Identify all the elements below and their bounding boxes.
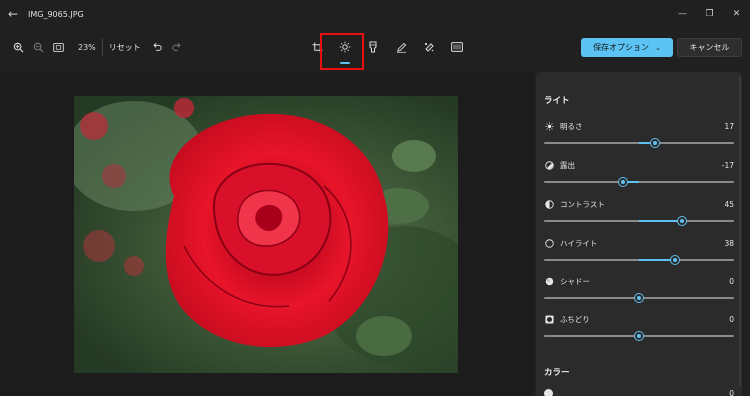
slider-thumb[interactable]	[635, 294, 643, 302]
next-adjustment-row: 0	[544, 388, 734, 396]
adjustment-slider[interactable]	[544, 294, 734, 302]
pen-icon	[396, 42, 406, 53]
adjustment-row: 露出 -17	[544, 159, 734, 193]
markup-tool[interactable]	[390, 36, 412, 58]
adjustment-slider[interactable]	[544, 332, 734, 340]
adjustment-row: 明るさ 17	[544, 120, 734, 154]
background-tool[interactable]	[446, 36, 468, 58]
adjustment-value: 0	[729, 388, 734, 396]
exposure-icon	[544, 160, 554, 170]
zoom-out-icon[interactable]	[28, 37, 48, 57]
filter-icon	[369, 41, 377, 53]
adjustment-label: 明るさ	[560, 121, 583, 131]
panel-scrollbar[interactable]	[739, 76, 741, 386]
back-arrow-icon[interactable]: ←	[2, 3, 24, 25]
adjustment-value: 0	[729, 314, 734, 324]
adjustment-label: シャドー	[560, 276, 590, 286]
adjustment-value: -17	[721, 160, 734, 170]
photo-preview[interactable]	[74, 96, 458, 373]
undo-icon[interactable]	[147, 37, 167, 57]
adjustment-slider[interactable]	[544, 217, 734, 225]
zoom-in-icon[interactable]	[8, 37, 28, 57]
adjustment-slider[interactable]	[544, 178, 734, 186]
adjustment-label: 露出	[560, 160, 575, 170]
adjustment-row: コントラスト 45	[544, 198, 734, 232]
adjustment-row: ハイライト 38	[544, 237, 734, 271]
slider-fill	[639, 259, 676, 261]
adjustment-row: シャドー 0	[544, 275, 734, 309]
adjustment-slider[interactable]	[544, 139, 734, 147]
adjustment-label: ハイライト	[560, 238, 598, 248]
zoom-level: 23%	[78, 42, 96, 52]
cancel-button[interactable]: キャンセル	[677, 38, 742, 57]
retouch-icon	[424, 42, 434, 52]
adjustment-label: ふちどり	[560, 314, 590, 324]
adjustment-label: コントラスト	[560, 199, 605, 209]
view-controls: 23% リセット	[8, 36, 187, 58]
toolbar-divider	[101, 38, 103, 56]
adjustment-value: 38	[724, 238, 734, 248]
chevron-down-icon: ⌄	[655, 43, 661, 52]
adjustment-panel: ライト 明るさ 17 露出 -17 コントラスト 45 ハイライト 38 シャド…	[536, 72, 742, 396]
saturation-icon	[544, 388, 553, 396]
save-options-button[interactable]: 保存オプション ⌄	[581, 38, 673, 57]
annotation-highlight-box	[320, 33, 364, 70]
slider-thumb[interactable]	[635, 332, 643, 340]
slider-thumb[interactable]	[677, 217, 686, 225]
adjustment-value: 0	[729, 276, 734, 286]
minimize-icon[interactable]: —	[669, 0, 696, 28]
close-icon[interactable]: ✕	[723, 0, 750, 28]
brightness-icon	[544, 121, 554, 131]
light-section-title: ライト	[544, 96, 570, 106]
adjustment-slider[interactable]	[544, 256, 734, 264]
background-blur-icon	[451, 42, 463, 52]
window-title: IMG_9065.JPG	[28, 9, 84, 19]
fit-to-window-icon[interactable]	[48, 37, 68, 57]
window-controls: — ❐ ✕	[669, 0, 750, 28]
reset-button[interactable]: リセット	[109, 42, 141, 53]
slider-thumb[interactable]	[618, 178, 627, 186]
adjustment-row: ふちどり 0	[544, 313, 734, 347]
slider-thumb[interactable]	[651, 139, 660, 147]
shadow-icon	[544, 276, 554, 286]
slider-fill	[639, 220, 682, 222]
redo-icon[interactable]	[167, 37, 187, 57]
retouch-tool[interactable]	[418, 36, 440, 58]
save-options-label: 保存オプション	[593, 43, 650, 52]
contrast-icon	[544, 199, 554, 209]
slider-thumb[interactable]	[671, 256, 680, 264]
adjustment-value: 45	[724, 199, 734, 209]
title-bar: ← IMG_9065.JPG — ❐ ✕	[0, 0, 750, 28]
vignette-icon	[544, 314, 554, 324]
color-section-title: カラー	[544, 368, 570, 378]
highlight-icon	[544, 238, 554, 248]
filter-tool[interactable]	[362, 36, 384, 58]
adjustment-value: 17	[724, 121, 734, 131]
restore-icon[interactable]: ❐	[696, 0, 723, 28]
